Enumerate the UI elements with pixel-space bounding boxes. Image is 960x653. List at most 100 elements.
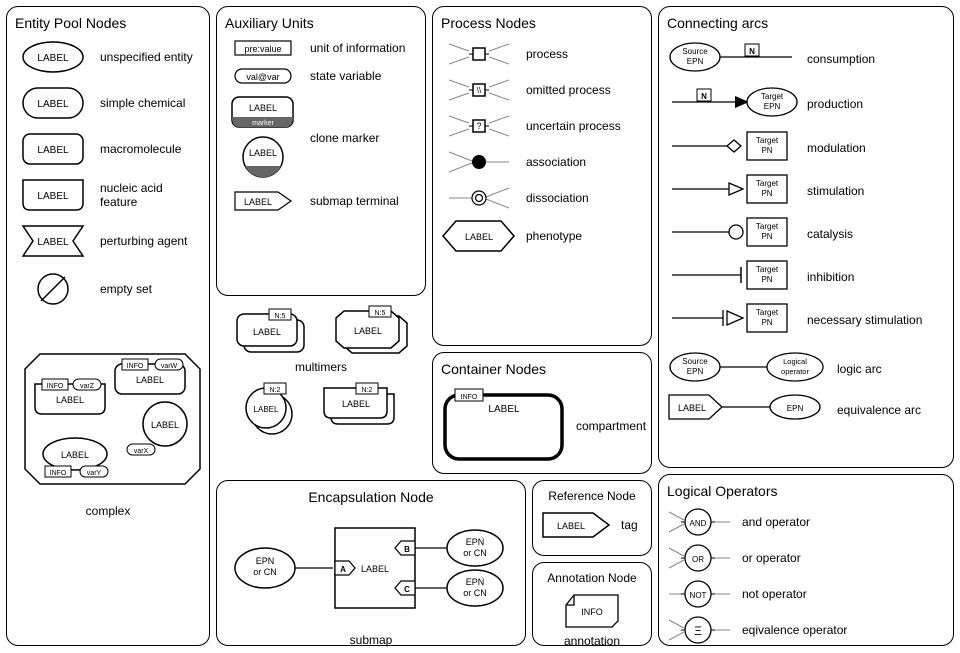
- clone-marker-label: clone marker: [310, 131, 417, 145]
- svg-text:C: C: [404, 585, 410, 594]
- svg-text:LABEL: LABEL: [151, 420, 179, 430]
- annotation-panel: Annotation Node INFO annotation: [532, 562, 652, 646]
- perturbing-agent-glyph: LABEL: [15, 223, 90, 259]
- reference-title: Reference Node: [541, 489, 643, 503]
- svg-text:or CN: or CN: [463, 588, 487, 598]
- and-glyph: AND: [667, 507, 732, 537]
- state-var-label: state variable: [310, 69, 417, 83]
- empty-set-glyph: [15, 269, 90, 309]
- entity-pool-title: Entity Pool Nodes: [15, 15, 201, 31]
- complex-label: complex: [15, 504, 201, 518]
- multimers-caption: multimers: [216, 360, 426, 374]
- empty-set-label: empty set: [100, 282, 201, 296]
- inhibition-label: inhibition: [807, 270, 945, 284]
- omitted-process-label: omitted process: [526, 83, 643, 97]
- not-glyph: NOT: [667, 579, 732, 609]
- svg-text:or CN: or CN: [463, 548, 487, 558]
- stimulation-glyph: TargetPN: [667, 172, 797, 209]
- svg-text:LABEL: LABEL: [61, 450, 89, 460]
- svg-text:LABEL: LABEL: [56, 395, 84, 405]
- svg-text:PN: PN: [761, 275, 772, 284]
- equiv-label: eqivalence operator: [742, 623, 945, 637]
- uncertain-process-glyph: ?: [441, 111, 516, 141]
- multimers-block: LABEL N:5 LABEL N:5 multimers LABEL N:2 …: [216, 308, 426, 437]
- svg-text:LABEL: LABEL: [253, 405, 278, 414]
- multimer-complex-glyph: LABEL N:5: [324, 308, 414, 358]
- complex-glyph: LABEL INFO varW LABEL INFO varZ LABEL LA…: [15, 349, 201, 518]
- catalysis-glyph: TargetPN: [667, 215, 797, 252]
- svg-text:EPN: EPN: [466, 537, 485, 547]
- dissociation-label: dissociation: [526, 191, 643, 205]
- equivalence-arc-glyph: LABELEPN: [667, 393, 827, 426]
- svg-text:Target: Target: [756, 308, 779, 317]
- svg-text:LABEL: LABEL: [557, 521, 585, 531]
- not-label: not operator: [742, 587, 945, 601]
- association-label: association: [526, 155, 643, 169]
- nucleic-acid-label: nucleic acid feature: [100, 181, 201, 209]
- svg-text:INFO: INFO: [581, 607, 603, 617]
- svg-text:varX: varX: [134, 448, 149, 455]
- encapsulation-title: Encapsulation Node: [225, 489, 517, 505]
- svg-text:EPN: EPN: [687, 57, 704, 66]
- svg-text:EPN: EPN: [787, 404, 804, 413]
- annotation-title: Annotation Node: [541, 571, 643, 585]
- svg-text:LABEL: LABEL: [37, 237, 69, 248]
- multimer-macromolecule-glyph: LABEL N:5: [229, 308, 309, 358]
- modulation-glyph: TargetPN: [667, 129, 797, 166]
- catalysis-label: catalysis: [807, 227, 945, 241]
- consumption-glyph: SourceEPNN: [667, 39, 797, 78]
- process-title: Process Nodes: [441, 15, 643, 31]
- svg-text:LABEL: LABEL: [341, 399, 369, 409]
- svg-text:EPN: EPN: [466, 577, 485, 587]
- arcs-title: Connecting arcs: [667, 15, 945, 31]
- uncertain-process-label: uncertain process: [526, 119, 643, 133]
- svg-text:pre:value: pre:value: [244, 44, 281, 54]
- svg-text:N: N: [701, 92, 707, 101]
- svg-text:?: ?: [476, 121, 481, 131]
- svg-text:val@var: val@var: [246, 72, 279, 82]
- macromolecule-glyph: LABEL: [15, 131, 90, 167]
- svg-text:Logical: Logical: [783, 357, 807, 366]
- submap-terminal-glyph: LABEL: [225, 190, 300, 212]
- necessary-stimulation-glyph: TargetPN: [667, 301, 797, 338]
- svg-text:A: A: [340, 565, 346, 574]
- annotation-label: annotation: [541, 634, 643, 648]
- container-title: Container Nodes: [441, 361, 643, 377]
- svg-text:Source: Source: [682, 357, 708, 366]
- svg-text:LABEL: LABEL: [465, 232, 493, 242]
- production-glyph: NTargetEPN: [667, 84, 797, 123]
- svg-text:marker: marker: [252, 120, 274, 127]
- svg-text:or CN: or CN: [253, 567, 277, 577]
- reference-panel: Reference Node LABEL tag: [532, 480, 652, 556]
- tag-label: tag: [621, 518, 643, 532]
- logical-panel: Logical Operators AND and operator OR or…: [658, 474, 954, 646]
- svg-text:EPN: EPN: [687, 367, 704, 376]
- auxiliary-title: Auxiliary Units: [225, 15, 417, 31]
- svg-text:Source: Source: [682, 47, 708, 56]
- annotation-glyph: INFO: [562, 593, 622, 629]
- consumption-label: consumption: [807, 52, 945, 66]
- submap-terminal-label: submap terminal: [310, 194, 417, 208]
- svg-text:LABEL: LABEL: [361, 564, 389, 574]
- unspecified-entity-glyph: LABEL: [15, 39, 90, 75]
- svg-text:varY: varY: [87, 470, 102, 477]
- equiv-glyph: Ξ: [667, 615, 732, 645]
- auxiliary-panel: Auxiliary Units pre:value unit of inform…: [216, 6, 426, 296]
- svg-text:LABEL: LABEL: [252, 327, 280, 337]
- phenotype-label: phenotype: [526, 229, 643, 243]
- svg-text:NOT: NOT: [690, 591, 707, 600]
- inhibition-glyph: TargetPN: [667, 258, 797, 295]
- multimer-nucleic-acid-glyph: LABEL N:2: [314, 382, 404, 432]
- or-glyph: OR: [667, 543, 732, 573]
- simple-chemical-label: simple chemical: [100, 96, 201, 110]
- svg-text:Target: Target: [761, 92, 784, 101]
- or-label: or operator: [742, 551, 945, 565]
- container-panel: Container Nodes LABEL INFO compartment: [432, 352, 652, 474]
- svg-text:INFO: INFO: [50, 470, 67, 477]
- svg-text:N:5: N:5: [274, 313, 285, 320]
- nucleic-acid-glyph: LABEL: [15, 177, 90, 213]
- omitted-process-glyph: \\: [441, 75, 516, 105]
- svg-text:PN: PN: [761, 232, 772, 241]
- multimer-simple-chemical-glyph: LABEL N:2: [239, 382, 299, 437]
- modulation-label: modulation: [807, 141, 945, 155]
